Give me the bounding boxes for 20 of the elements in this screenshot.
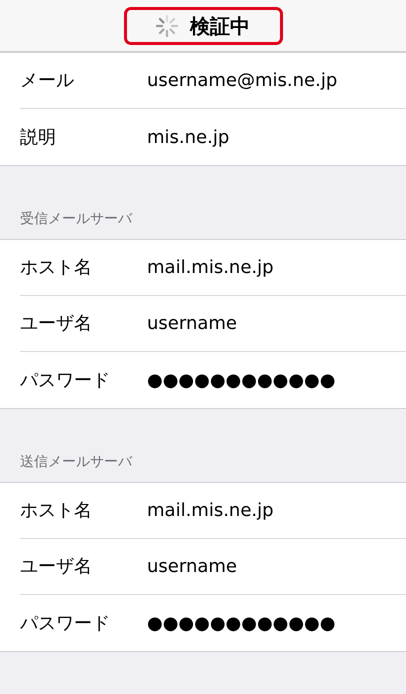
window-title: 検証中 (190, 12, 250, 40)
field-label: ユーザ名 (20, 312, 93, 336)
field-label: パスワード (20, 368, 111, 392)
field-value[interactable]: username (147, 553, 237, 580)
field-value[interactable]: ●●●●●●●●●●●● (147, 610, 336, 636)
section-header: 受信メールサーバ (20, 210, 132, 229)
loading-spinner-icon (156, 14, 178, 36)
field-value[interactable]: mis.ne.jp (147, 124, 230, 150)
field-label: ホスト名 (20, 499, 93, 523)
field-value[interactable]: username@mis.ne.jp (147, 67, 338, 94)
field-value[interactable]: mail.mis.ne.jp (147, 497, 274, 524)
field-label: パスワード (20, 612, 111, 636)
field-value[interactable]: mail.mis.ne.jp (147, 254, 274, 281)
field-label: 説明 (20, 126, 57, 150)
field-label: ユーザ名 (20, 555, 93, 579)
field-label: メール (20, 69, 75, 93)
field-value[interactable]: username (147, 310, 237, 337)
field-label: ホスト名 (20, 256, 93, 280)
section-header: 送信メールサーバ (20, 453, 132, 472)
field-value[interactable]: ●●●●●●●●●●●● (147, 366, 336, 394)
